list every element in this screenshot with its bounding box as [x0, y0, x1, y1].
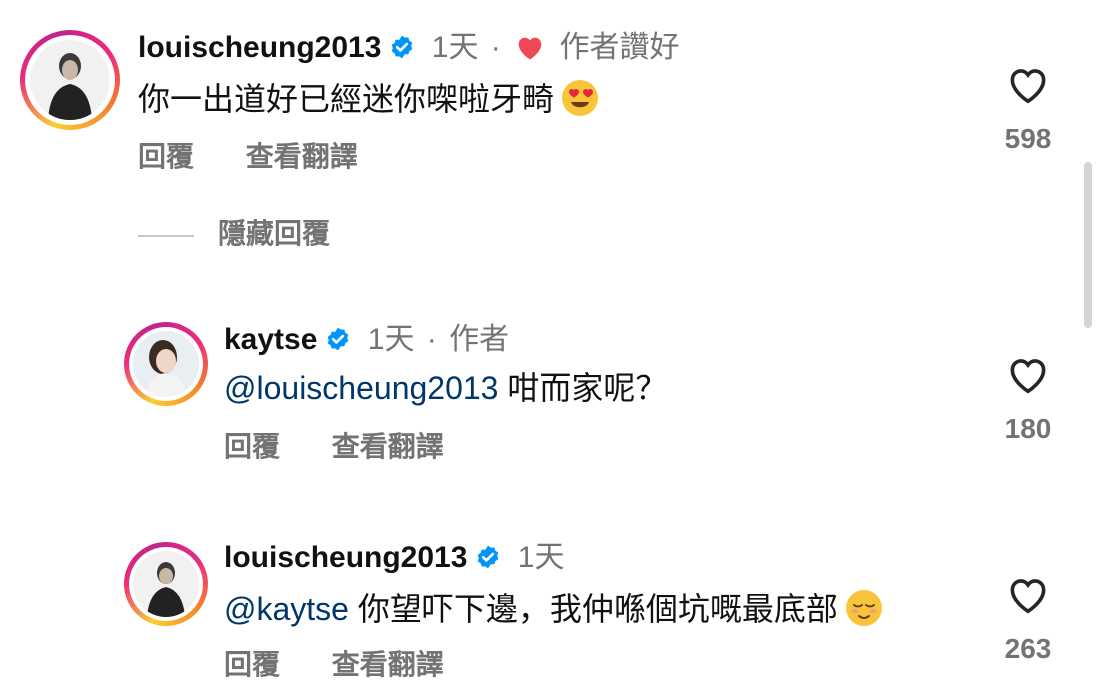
- avatar-photo: [48, 53, 92, 120]
- like-count: 598: [1004, 123, 1052, 154]
- comment-username[interactable]: kaytse: [224, 323, 317, 356]
- comment-username[interactable]: louischeung2013: [138, 31, 381, 64]
- verified-badge-icon: [389, 33, 415, 69]
- mention-link[interactable]: @kaytse: [224, 591, 349, 627]
- comment-text: 你一出道好已經迷你㗎啦牙畸: [138, 81, 555, 117]
- like-control: 180: [988, 354, 1068, 446]
- see-translation-button[interactable]: 查看翻譯: [246, 141, 358, 172]
- like-control: 598: [988, 64, 1068, 156]
- relieved-face-emoji-icon: [844, 588, 884, 637]
- mention-link[interactable]: @louischeung2013: [224, 370, 498, 406]
- like-count: 263: [1004, 633, 1052, 664]
- comment-text: 你望吓下邊，我仲喺個坑嘅最底部: [348, 591, 838, 627]
- heart-outline-icon[interactable]: [988, 354, 1068, 394]
- avatar[interactable]: [124, 542, 208, 626]
- avatar[interactable]: [124, 322, 208, 406]
- author-liked-label: 作者讚好: [559, 31, 680, 64]
- heart-filled-icon: [515, 33, 545, 70]
- see-translation-button[interactable]: 查看翻譯: [332, 431, 444, 462]
- avatar[interactable]: [20, 30, 120, 130]
- like-count: 180: [1004, 413, 1052, 444]
- comment-time: 1天: [431, 31, 479, 64]
- comment-username[interactable]: louischeung2013: [224, 541, 467, 574]
- like-control: 263: [988, 574, 1068, 666]
- hide-replies-label: 隱藏回覆: [218, 218, 331, 249]
- comment-time: 1天: [517, 541, 565, 574]
- heart-eyes-emoji-icon: [560, 78, 600, 127]
- divider-line: [138, 234, 194, 237]
- author-tag: 作者: [449, 323, 510, 356]
- heart-outline-icon[interactable]: [988, 574, 1068, 614]
- separator: ·: [426, 323, 437, 356]
- reply-button[interactable]: 回覆: [138, 141, 194, 172]
- see-translation-button[interactable]: 查看翻譯: [332, 649, 444, 680]
- reply-button[interactable]: 回覆: [224, 649, 280, 680]
- separator: ·: [490, 31, 501, 64]
- comment-text: 咁而家呢？: [498, 370, 668, 406]
- heart-outline-icon[interactable]: [988, 64, 1068, 104]
- comment-time: 1天: [367, 323, 415, 356]
- verified-badge-icon: [475, 543, 501, 579]
- reply-button[interactable]: 回覆: [224, 431, 280, 462]
- scrollbar[interactable]: [1084, 162, 1092, 328]
- avatar-photo: [147, 562, 185, 617]
- hide-replies-button[interactable]: 隱藏回覆: [138, 216, 330, 252]
- avatar-photo: [145, 340, 187, 397]
- verified-badge-icon: [325, 325, 351, 361]
